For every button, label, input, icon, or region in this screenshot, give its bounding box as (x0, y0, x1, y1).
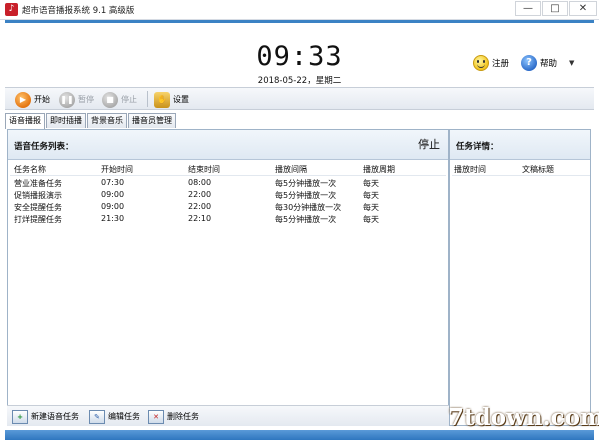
task-cycle: 每天 (363, 203, 379, 212)
task-name: 促销播报演示 (14, 191, 62, 200)
column-header-end[interactable]: 结束时间 (188, 164, 220, 175)
task-list-header: 语音任务列表： 停止 (8, 130, 448, 160)
tab-voice-broadcast[interactable]: 语音播报 (5, 113, 45, 129)
task-interval: 每5分钟播放一次 (275, 215, 337, 224)
play-icon: ▶ (15, 91, 31, 108)
edit-task-button[interactable]: ✎ 编辑任务 (89, 409, 140, 424)
smiley-icon (473, 55, 489, 71)
maximize-button[interactable]: □ (542, 1, 568, 16)
column-header-play-time[interactable]: 播放时间 (454, 164, 486, 175)
task-end: 22:10 (188, 214, 212, 223)
task-cycle: 每天 (363, 215, 379, 224)
settings-button[interactable]: ✋ 设置 (154, 91, 189, 108)
task-list-title: 语音任务列表： (14, 142, 74, 152)
settings-icon: ✋ (154, 91, 170, 108)
detail-header-divider (452, 175, 590, 176)
start-label: 开始 (34, 95, 50, 104)
help-label: 帮助 (540, 59, 558, 69)
start-button[interactable]: ▶ 开始 (15, 91, 50, 108)
tab-instant-insert[interactable]: 即时插播 (46, 113, 86, 128)
task-cycle: 每天 (363, 191, 379, 200)
column-header-cycle[interactable]: 播放周期 (363, 164, 395, 175)
help-button[interactable]: ? 帮助 (521, 55, 557, 71)
new-voice-task-button[interactable]: + 新建语音任务 (12, 409, 79, 424)
task-name: 安全提醒任务 (14, 203, 62, 212)
close-button[interactable]: ✕ (569, 1, 597, 16)
task-name: 打烊提醒任务 (14, 215, 62, 224)
window-title: 超市语音播报系统 9.1 高级版 (22, 6, 135, 16)
tab-announcer-management[interactable]: 播音员管理 (128, 113, 176, 128)
clock-header: 09:33 2018-05-22，星期二 注册 ? 帮助 ▼ (5, 20, 594, 86)
header-divider (10, 175, 446, 176)
task-detail-title: 任务详情： (456, 142, 499, 152)
register-button[interactable]: 注册 (473, 55, 509, 71)
pause-icon: ❚❚ (59, 91, 75, 108)
edit-task-label: 编辑任务 (108, 412, 140, 421)
stop-icon: ■ (102, 91, 118, 108)
watermark: 7tdown.com (448, 404, 599, 431)
pause-label: 暂停 (78, 95, 94, 104)
delete-task-label: 删除任务 (167, 412, 199, 421)
task-state-label: 停止 (418, 138, 440, 151)
tab-strip: 语音播报 即时插播 背景音乐 播音员管理 (5, 113, 177, 129)
column-header-name[interactable]: 任务名称 (14, 164, 46, 175)
task-end: 22:00 (188, 190, 212, 199)
clock-date: 2018-05-22，星期二 (257, 76, 342, 86)
help-dropdown-icon[interactable]: ▼ (569, 59, 574, 67)
column-header-script-title[interactable]: 文稿标题 (522, 164, 554, 175)
task-start: 09:00 (101, 202, 125, 211)
help-icon: ? (521, 55, 537, 71)
delete-task-icon: ✕ (148, 409, 164, 424)
status-bar (5, 430, 594, 440)
task-interval: 每30分钟播放一次 (275, 203, 342, 212)
task-list-panel: 语音任务列表： 停止 任务名称 开始时间 结束时间 播放间隔 播放周期 营业准备… (7, 129, 449, 426)
new-task-label: 新建语音任务 (31, 412, 79, 421)
column-header-interval[interactable]: 播放间隔 (275, 164, 307, 175)
register-label: 注册 (492, 59, 510, 69)
title-bar: ♪ 超市语音播报系统 9.1 高级版 — □ ✕ (0, 0, 599, 20)
toolbar-divider (147, 91, 148, 107)
tab-background-music[interactable]: 背景音乐 (87, 113, 127, 128)
task-start: 21:30 (101, 214, 125, 223)
task-cycle: 每天 (363, 179, 379, 188)
task-end: 08:00 (188, 178, 212, 187)
app-logo-icon: ♪ (5, 3, 18, 16)
column-header-start[interactable]: 开始时间 (101, 164, 133, 175)
stop-button[interactable]: ■ 停止 (102, 91, 137, 108)
task-start: 09:00 (101, 190, 125, 199)
minimize-button[interactable]: — (515, 1, 541, 16)
toolbar: ▶ 开始 ❚❚ 暂停 ■ 停止 ✋ 设置 (5, 87, 594, 110)
task-detail-panel: 任务详情： 播放时间 文稿标题 (449, 129, 591, 426)
delete-task-button[interactable]: ✕ 删除任务 (148, 409, 199, 424)
task-interval: 每5分钟播放一次 (275, 179, 337, 188)
stop-label: 停止 (121, 95, 137, 104)
task-end: 22:00 (188, 202, 212, 211)
edit-task-icon: ✎ (89, 409, 105, 424)
settings-label: 设置 (173, 95, 189, 104)
task-action-bar: + 新建语音任务 ✎ 编辑任务 ✕ 删除任务 (7, 405, 449, 426)
pause-button[interactable]: ❚❚ 暂停 (59, 91, 94, 108)
task-detail-header: 任务详情： (450, 130, 590, 160)
task-name: 营业准备任务 (14, 179, 62, 188)
add-task-icon: + (12, 409, 28, 424)
task-interval: 每5分钟播放一次 (275, 191, 337, 200)
task-start: 07:30 (101, 178, 125, 187)
